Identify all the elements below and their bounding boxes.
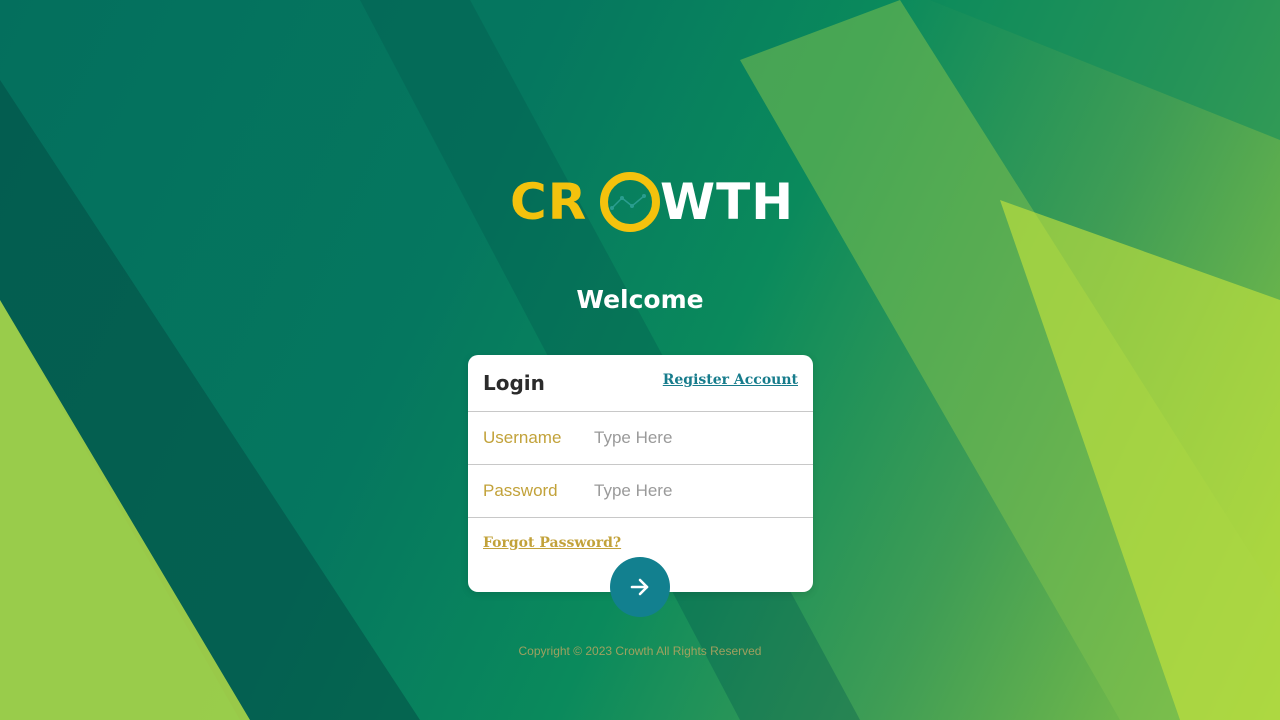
arrow-right-icon <box>630 578 649 596</box>
username-row: Username <box>468 412 813 465</box>
copyright-text: Copyright © 2023 Crowth All Rights Reser… <box>518 644 762 658</box>
password-row: Password <box>468 465 813 518</box>
register-account-link[interactable]: Register Account <box>663 370 798 390</box>
login-title: Login <box>483 371 545 395</box>
logo-text-suffix: WTH <box>660 173 795 231</box>
login-card-header: Login Register Account <box>468 355 813 412</box>
logo-text-prefix: CR <box>510 173 588 231</box>
crowth-logo: CR WTH <box>510 168 793 236</box>
logo-ring-chart-icon <box>600 172 660 232</box>
password-input[interactable] <box>590 475 803 507</box>
password-label: Password <box>483 481 558 500</box>
forgot-password-link[interactable]: Forgot Password? <box>483 533 621 553</box>
login-submit-button[interactable] <box>610 557 670 617</box>
username-label: Username <box>483 428 562 447</box>
welcome-heading: Welcome <box>576 285 704 314</box>
username-input[interactable] <box>590 422 803 454</box>
